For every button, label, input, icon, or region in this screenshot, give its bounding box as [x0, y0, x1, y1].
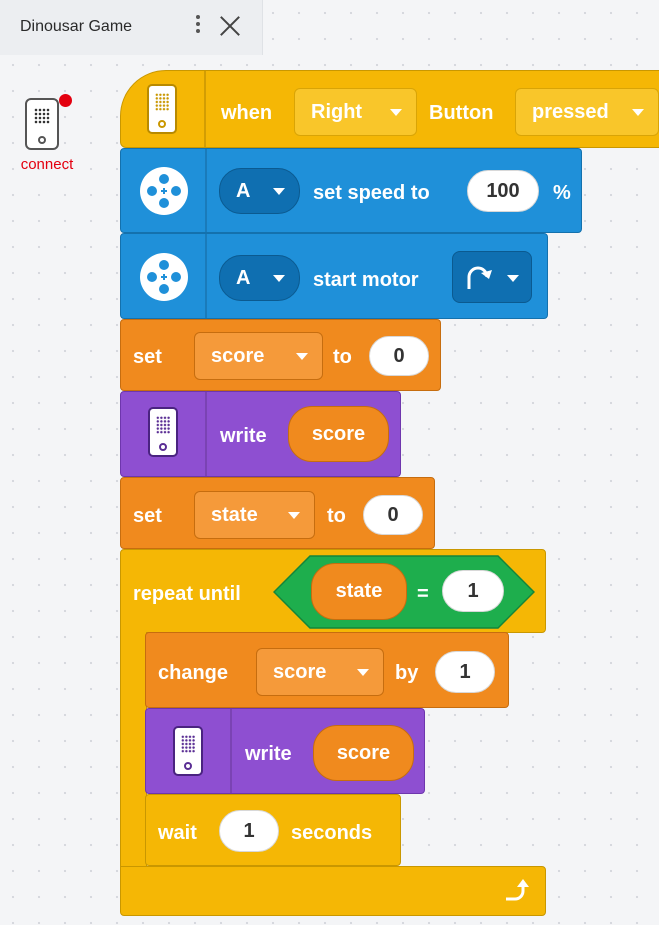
- start-motor-label: start motor: [313, 269, 419, 291]
- set-label: set: [133, 346, 162, 368]
- state-variable-reporter[interactable]: state: [311, 563, 407, 620]
- hub-icon-area: [121, 392, 207, 476]
- start-motor-block[interactable]: A start motor: [120, 233, 548, 319]
- equals-operator: =: [417, 583, 429, 605]
- more-options-icon[interactable]: [192, 12, 204, 40]
- when-label: when: [221, 102, 273, 124]
- when-button-pressed-block[interactable]: when Right Button pressed: [120, 70, 659, 148]
- repeat-until-footer[interactable]: [120, 866, 546, 916]
- hub-icon-area: [121, 71, 206, 147]
- set-variable-block[interactable]: set state to 0: [120, 477, 435, 549]
- chevron-down-icon: [507, 275, 519, 282]
- repeat-until-label: repeat until: [133, 583, 241, 605]
- variable-value: state: [211, 504, 258, 526]
- set-variable-block[interactable]: set score to 0: [120, 319, 441, 391]
- hub-icon-area: [146, 709, 232, 793]
- write-label: write: [220, 425, 267, 447]
- by-label: by: [395, 662, 419, 684]
- button-dropdown-value: Right: [311, 101, 363, 123]
- variable-value: score: [211, 345, 265, 367]
- write-block[interactable]: write score: [120, 391, 401, 477]
- speed-input[interactable]: 100: [467, 170, 539, 212]
- hub-icon: [173, 726, 203, 776]
- chevron-down-icon: [632, 109, 644, 116]
- button-label: Button: [429, 102, 494, 124]
- direction-dropdown[interactable]: [452, 251, 532, 303]
- chevron-down-icon: [273, 188, 285, 195]
- value-input[interactable]: 0: [363, 495, 423, 535]
- to-label: to: [333, 346, 352, 368]
- button-state-value: pressed: [532, 101, 609, 123]
- wait-duration-input[interactable]: 1: [219, 810, 279, 852]
- motor-icon-area: [121, 234, 207, 318]
- seconds-label: seconds: [291, 822, 373, 844]
- variable-dropdown[interactable]: state: [194, 491, 315, 539]
- hub-icon: [25, 98, 59, 150]
- hub-icon: [148, 407, 178, 457]
- program-tab[interactable]: Dinousar Game: [0, 0, 263, 55]
- loop-arrow-icon: [506, 879, 529, 901]
- wait-block[interactable]: wait 1 seconds: [145, 794, 401, 866]
- port-value: A: [236, 180, 251, 202]
- chevron-down-icon: [273, 275, 285, 282]
- value-input[interactable]: 0: [369, 336, 429, 376]
- tab-title: Dinousar Game: [20, 18, 133, 35]
- write-label: write: [245, 743, 292, 765]
- port-dropdown[interactable]: A: [219, 255, 300, 301]
- variable-value: score: [273, 661, 327, 683]
- repeat-until-header[interactable]: repeat until state = 1: [120, 549, 546, 633]
- change-variable-block[interactable]: change score by 1: [145, 632, 509, 708]
- hub-icon: [147, 84, 177, 134]
- repeat-until-arm: [120, 632, 147, 868]
- chevron-down-icon: [288, 512, 300, 519]
- button-dropdown[interactable]: Right: [294, 88, 417, 136]
- close-icon[interactable]: [216, 12, 244, 40]
- change-value-input[interactable]: 1: [435, 651, 495, 693]
- change-label: change: [158, 662, 229, 684]
- chevron-down-icon: [390, 109, 402, 116]
- wait-label: wait: [158, 822, 197, 844]
- to-label: to: [327, 505, 346, 527]
- motor-icon-area: [121, 149, 207, 232]
- port-value: A: [236, 267, 251, 289]
- condition-value-input[interactable]: 1: [442, 570, 504, 612]
- variable-dropdown[interactable]: score: [194, 332, 323, 380]
- hub-connect-label: connect: [20, 156, 74, 173]
- chevron-down-icon: [357, 669, 369, 676]
- chevron-down-icon: [296, 353, 308, 360]
- motor-icon: [140, 167, 188, 215]
- set-speed-block[interactable]: A set speed to 100 %: [120, 148, 582, 233]
- score-variable-reporter[interactable]: score: [313, 725, 414, 781]
- write-block[interactable]: write score: [145, 708, 425, 794]
- motor-icon: [140, 253, 188, 301]
- variable-dropdown[interactable]: score: [256, 648, 384, 696]
- hub-connect-button[interactable]: connect: [12, 92, 82, 178]
- port-dropdown[interactable]: A: [219, 168, 300, 214]
- button-state-dropdown[interactable]: pressed: [515, 88, 659, 136]
- set-label: set: [133, 505, 162, 527]
- percent-label: %: [553, 182, 571, 204]
- clockwise-icon: [467, 266, 492, 289]
- set-speed-label: set speed to: [313, 182, 430, 204]
- connection-status-indicator: [59, 94, 72, 107]
- score-variable-reporter[interactable]: score: [288, 406, 389, 462]
